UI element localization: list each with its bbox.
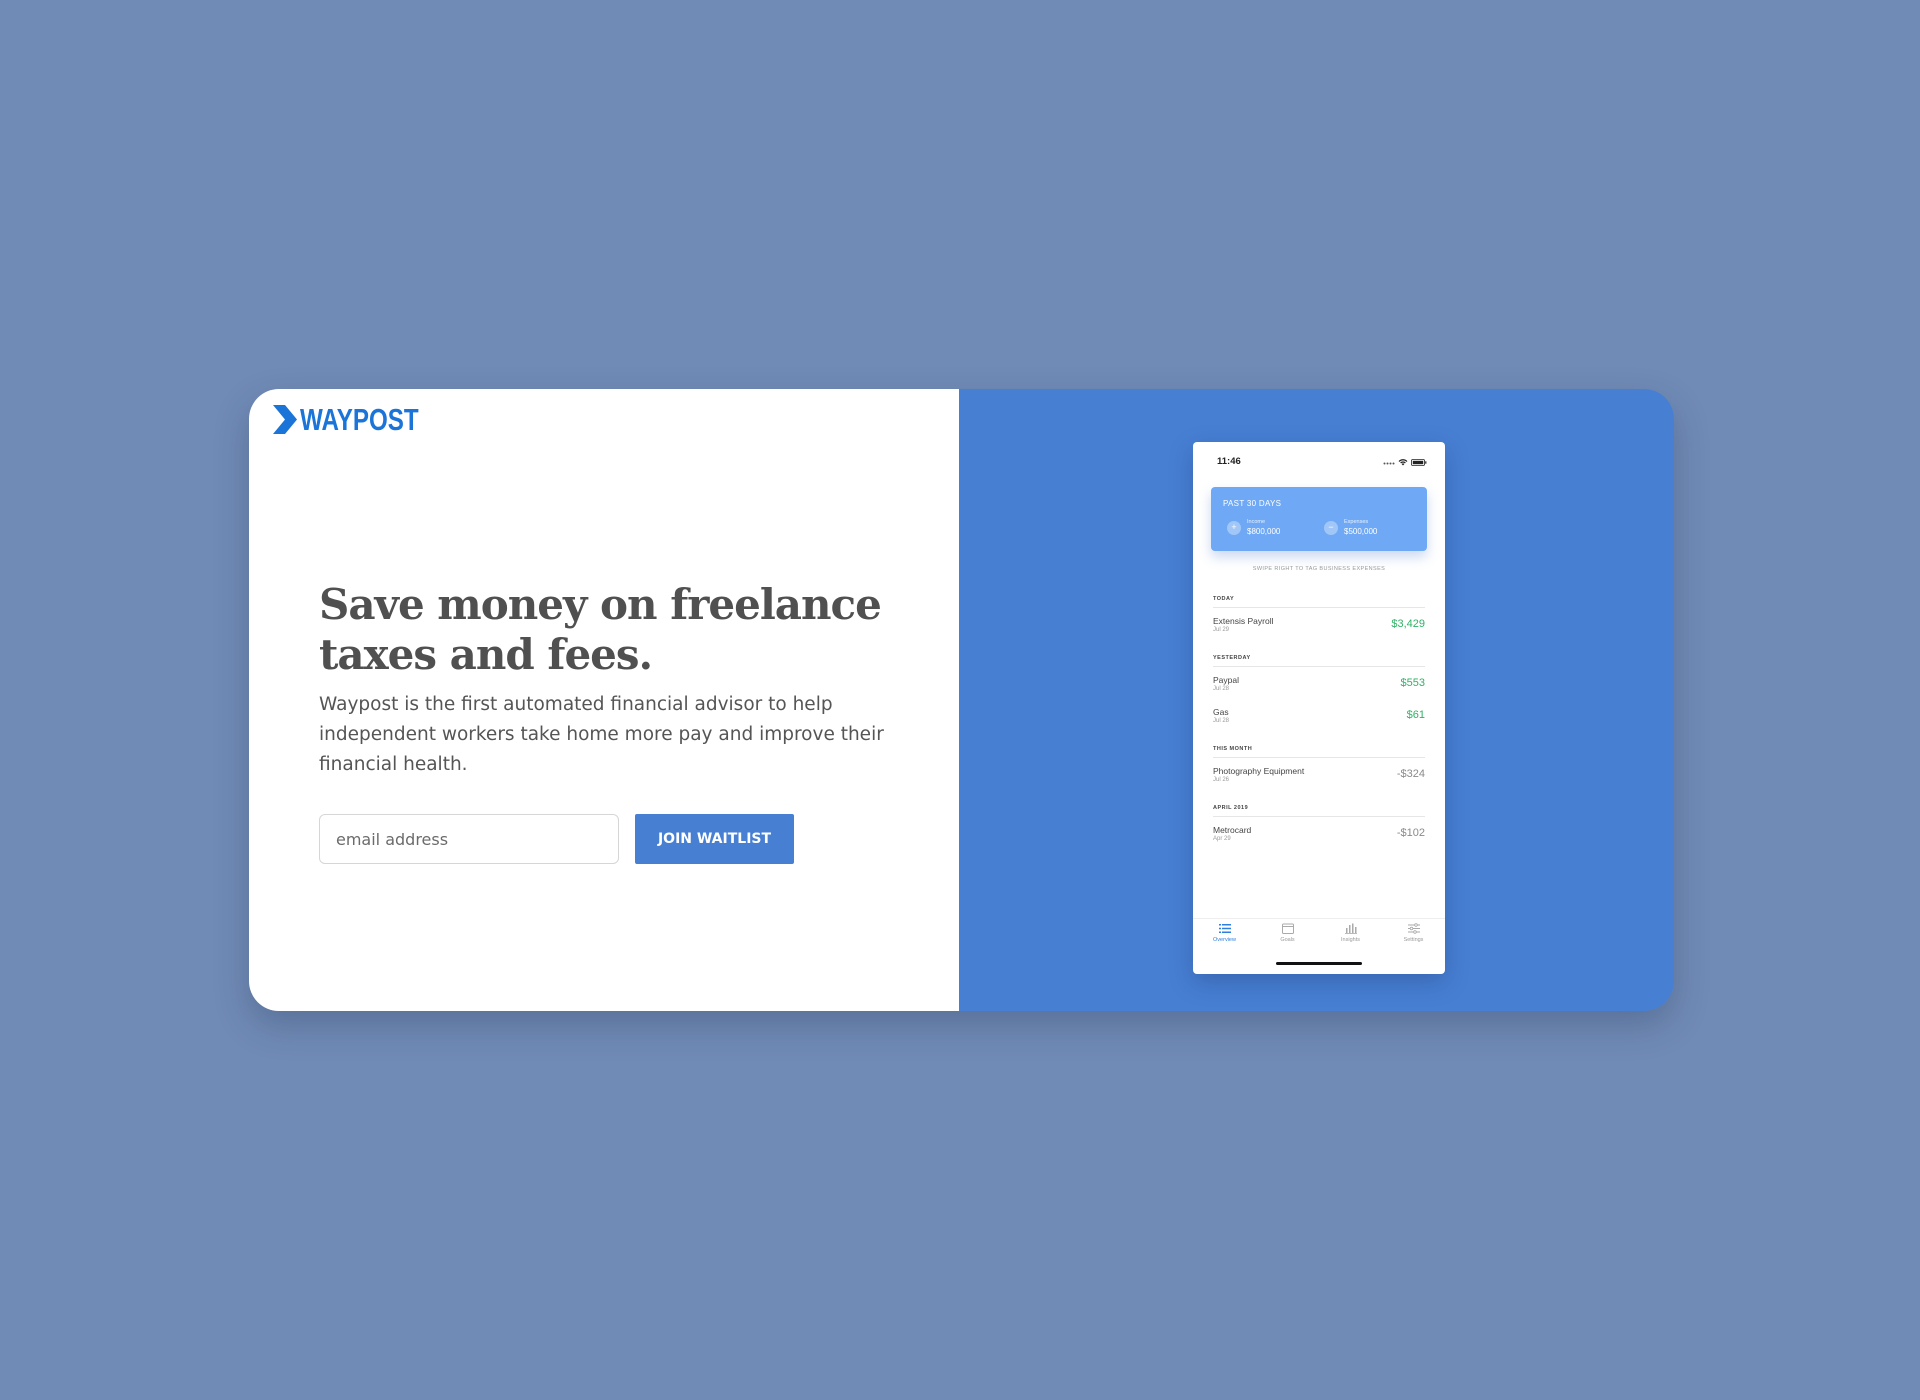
waitlist-form: JOIN WAITLIST xyxy=(319,814,899,864)
transaction-name: Photography Equipment xyxy=(1213,765,1305,776)
section-header: YESTERDAY xyxy=(1213,655,1425,667)
calendar-icon xyxy=(1281,923,1294,934)
join-waitlist-button[interactable]: JOIN WAITLIST xyxy=(635,814,794,864)
section-header: TODAY xyxy=(1213,596,1425,608)
transaction-name: Extensis Payroll xyxy=(1213,615,1274,626)
tab-label: Insights xyxy=(1341,937,1360,943)
tab-bar: Overview Goals Insights Settings xyxy=(1193,918,1445,974)
transaction-date: Apr 29 xyxy=(1213,835,1231,842)
transaction-amount: -$324 xyxy=(1396,768,1425,780)
transaction-amount: $61 xyxy=(1406,709,1425,721)
tab-label: Overview xyxy=(1213,937,1236,943)
transaction-row[interactable]: Metrocard Apr 29 -$102 xyxy=(1213,817,1425,849)
transaction-date: Jul 28 xyxy=(1213,685,1230,692)
headline: Save money on freelance taxes and fees. xyxy=(319,580,882,679)
tab-insights[interactable]: Insights xyxy=(1326,923,1376,974)
battery-icon xyxy=(1411,458,1427,466)
hero-description: Waypost is the first automated financial… xyxy=(319,694,884,775)
section-april-2019: APRIL 2019 Metrocard Apr 29 -$102 xyxy=(1213,805,1425,849)
section-header: THIS MONTH xyxy=(1213,746,1425,758)
hero-section: Save money on freelance taxes and fees. … xyxy=(319,580,899,864)
transaction-row[interactable]: Paypal Jul 28 $553 xyxy=(1213,667,1425,699)
transaction-row[interactable]: Extensis Payroll Jul 29 $3,429 xyxy=(1213,608,1425,640)
status-icons xyxy=(1383,458,1427,466)
transaction-amount: -$102 xyxy=(1396,827,1425,839)
transaction-date: Jul 29 xyxy=(1213,626,1230,633)
tab-label: Goals xyxy=(1280,937,1295,943)
summary-card[interactable]: PAST 30 DAYS + Income $800,000 − Expense… xyxy=(1211,487,1427,551)
transaction-name: Gas xyxy=(1213,706,1229,717)
email-field[interactable] xyxy=(319,814,619,864)
expense-summary: − Expenses $500,000 xyxy=(1324,519,1377,536)
tab-goals[interactable]: Goals xyxy=(1263,923,1313,974)
brand-name: WAYPOST xyxy=(300,402,419,437)
income-label: Income xyxy=(1247,519,1266,525)
hero-card: WAYPOST Save money on freelance taxes an… xyxy=(249,389,1674,1011)
summary-title: PAST 30 DAYS xyxy=(1223,499,1282,508)
transaction-row[interactable]: Gas Jul 28 $61 xyxy=(1213,699,1425,731)
section-this-month: THIS MONTH Photography Equipment Jul 26 … xyxy=(1213,746,1425,790)
transaction-amount: $3,429 xyxy=(1391,618,1425,630)
signal-icon xyxy=(1383,462,1395,465)
section-yesterday: YESTERDAY Paypal Jul 28 $553 Gas Jul 28 … xyxy=(1213,655,1425,731)
wifi-icon xyxy=(1398,459,1408,466)
section-header: APRIL 2019 xyxy=(1213,805,1425,817)
app-preview-panel: 11:46 PAST 30 DAYS + Income $800,000 − E… xyxy=(959,389,1674,1011)
status-bar: 11:46 xyxy=(1193,442,1445,482)
transaction-amount: $553 xyxy=(1400,677,1425,689)
transaction-name: Paypal xyxy=(1213,674,1239,685)
expense-value: $500,000 xyxy=(1344,527,1378,536)
signup-panel: WAYPOST Save money on freelance taxes an… xyxy=(249,389,959,1011)
phone-mockup: 11:46 PAST 30 DAYS + Income $800,000 − E… xyxy=(1193,442,1445,974)
minus-icon: − xyxy=(1324,520,1338,535)
income-value: $800,000 xyxy=(1247,527,1281,536)
sliders-icon xyxy=(1407,923,1420,934)
swipe-hint: SWIPE RIGHT TO TAG BUSINESS EXPENSES xyxy=(1252,566,1386,572)
income-summary: + Income $800,000 xyxy=(1227,519,1280,536)
tab-settings[interactable]: Settings xyxy=(1389,923,1439,974)
tab-overview[interactable]: Overview xyxy=(1200,923,1250,974)
transaction-name: Metrocard xyxy=(1213,824,1252,835)
list-icon xyxy=(1218,924,1231,933)
waypost-logo[interactable]: WAYPOST xyxy=(273,404,452,435)
section-today: TODAY Extensis Payroll Jul 29 $3,429 xyxy=(1213,596,1425,640)
tab-label: Settings xyxy=(1403,937,1424,943)
home-indicator xyxy=(1276,962,1362,965)
plus-icon: + xyxy=(1227,520,1241,535)
bar-chart-icon xyxy=(1344,923,1357,934)
chevron-logo-icon xyxy=(273,405,297,434)
transaction-date: Jul 26 xyxy=(1213,776,1230,783)
transaction-date: Jul 28 xyxy=(1213,717,1230,724)
expense-label: Expenses xyxy=(1344,519,1369,525)
transaction-row[interactable]: Photography Equipment Jul 26 -$324 xyxy=(1213,758,1425,790)
status-time: 11:46 xyxy=(1217,456,1241,467)
